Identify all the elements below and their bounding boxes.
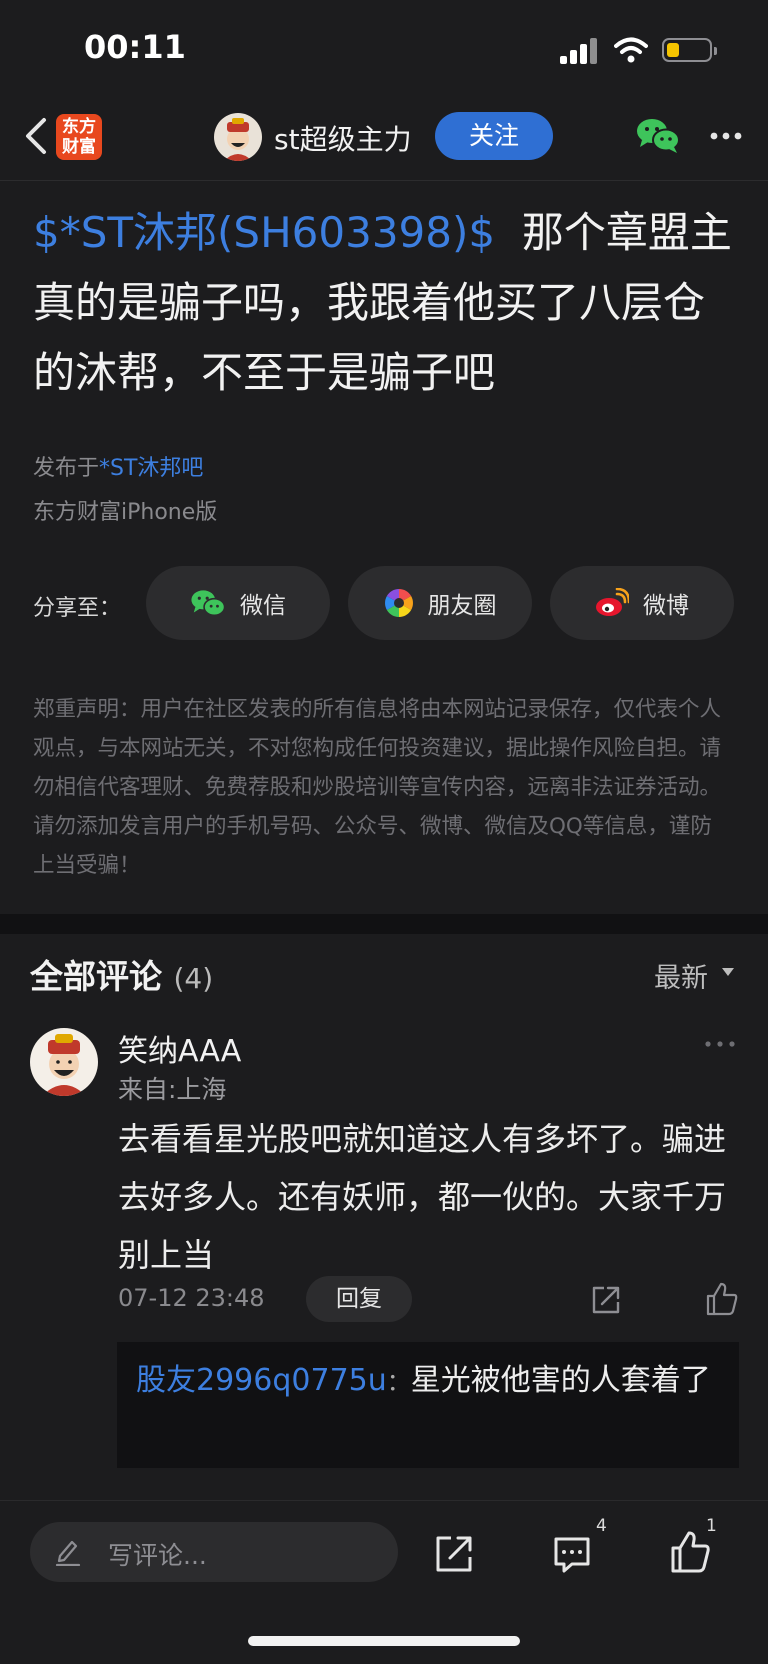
author-avatar[interactable] (214, 113, 262, 161)
comment-input[interactable] (30, 1522, 398, 1582)
brand-logo: 东方财富 (56, 114, 102, 160)
nav-divider (0, 180, 768, 181)
comment-icon[interactable] (552, 1534, 592, 1574)
reply-text: 星光被他害的人套着了 (410, 1363, 711, 1398)
battery-icon (662, 38, 717, 62)
comment-time: 07-12 23:48 (118, 1284, 265, 1312)
more-icon[interactable] (708, 122, 748, 150)
post-client: 东方财富iPhone版 (33, 500, 218, 525)
published-prefix: 发布于 (33, 456, 100, 481)
share-weibo-button[interactable]: 微博 (550, 566, 734, 640)
thumbs-up-icon[interactable] (670, 1530, 710, 1574)
comments-count: (4) (173, 962, 214, 995)
share-weibo-label: 微博 (643, 593, 689, 619)
share-label: 分享至： (33, 596, 122, 621)
share-wechat-label: 微信 (240, 593, 286, 619)
wifi-icon (614, 37, 648, 63)
board-link[interactable]: *ST沐邦吧 (99, 456, 203, 481)
comment-count-badge: 4 (596, 1516, 607, 1536)
reply-preview: 股友2996q0775u：星光被他害的人套着了 (136, 1356, 726, 1407)
fortune-god-avatar-icon (224, 118, 252, 161)
published-in: 发布于*ST沐邦吧 (33, 450, 203, 482)
disclaimer-text: 郑重声明：用户在社区发表的所有信息将由本网站记录保存，仅代表个人观点，与本网站无… (33, 697, 722, 878)
reply-separator: ： (386, 1368, 411, 1396)
like-count-badge: 1 (706, 1516, 717, 1536)
commenter-location: 来自:上海 (118, 1075, 227, 1104)
share-icon[interactable] (590, 1284, 622, 1316)
weibo-icon (596, 588, 629, 616)
cellular-signal-icon (560, 38, 598, 64)
moments-icon (384, 589, 413, 617)
comment-text: 去看看星光股吧就知道这人有多坏了。骗进去好多人。还有妖师，都一伙的。大家千万别上… (118, 1120, 727, 1274)
post-title: $*ST沐邦(SH603398)$ 那个章盟主真的是骗子吗，我跟着他买了八层仓的… (33, 198, 739, 408)
commenter-avatar[interactable] (30, 1028, 98, 1096)
author-name[interactable]: st超级主力 (274, 118, 412, 158)
follow-button[interactable]: 关注 (435, 112, 553, 160)
stock-tag-link[interactable]: $*ST沐邦(SH603398)$ (33, 208, 495, 257)
share-icon[interactable] (434, 1534, 474, 1574)
reply-user-link[interactable]: 股友2996q0775u (136, 1363, 387, 1398)
share-moments-label: 朋友圈 (427, 593, 497, 619)
back-icon[interactable] (18, 116, 58, 156)
pencil-icon (55, 1540, 81, 1566)
sort-dropdown[interactable]: 最新 (654, 956, 708, 995)
caret-down-icon[interactable] (722, 968, 734, 976)
status-time: 00:11 (84, 28, 186, 66)
commenter-name[interactable]: 笑纳AAA (118, 1026, 241, 1070)
more-icon[interactable] (704, 1040, 736, 1048)
comment-input-placeholder[interactable]: 写评论... (108, 1536, 207, 1572)
section-divider (0, 914, 768, 934)
fortune-god-avatar-icon (42, 1034, 86, 1096)
thumbs-up-icon[interactable] (706, 1282, 738, 1316)
wechat-icon (191, 590, 226, 617)
share-wechat-button[interactable]: 微信 (146, 566, 330, 640)
share-moments-button[interactable]: 朋友圈 (348, 566, 532, 640)
comments-heading: 全部评论 (4) (30, 950, 213, 998)
wechat-icon[interactable] (636, 116, 680, 154)
home-indicator[interactable] (248, 1636, 520, 1646)
reply-button[interactable]: 回复 (306, 1276, 412, 1322)
comments-title: 全部评论 (30, 957, 162, 996)
